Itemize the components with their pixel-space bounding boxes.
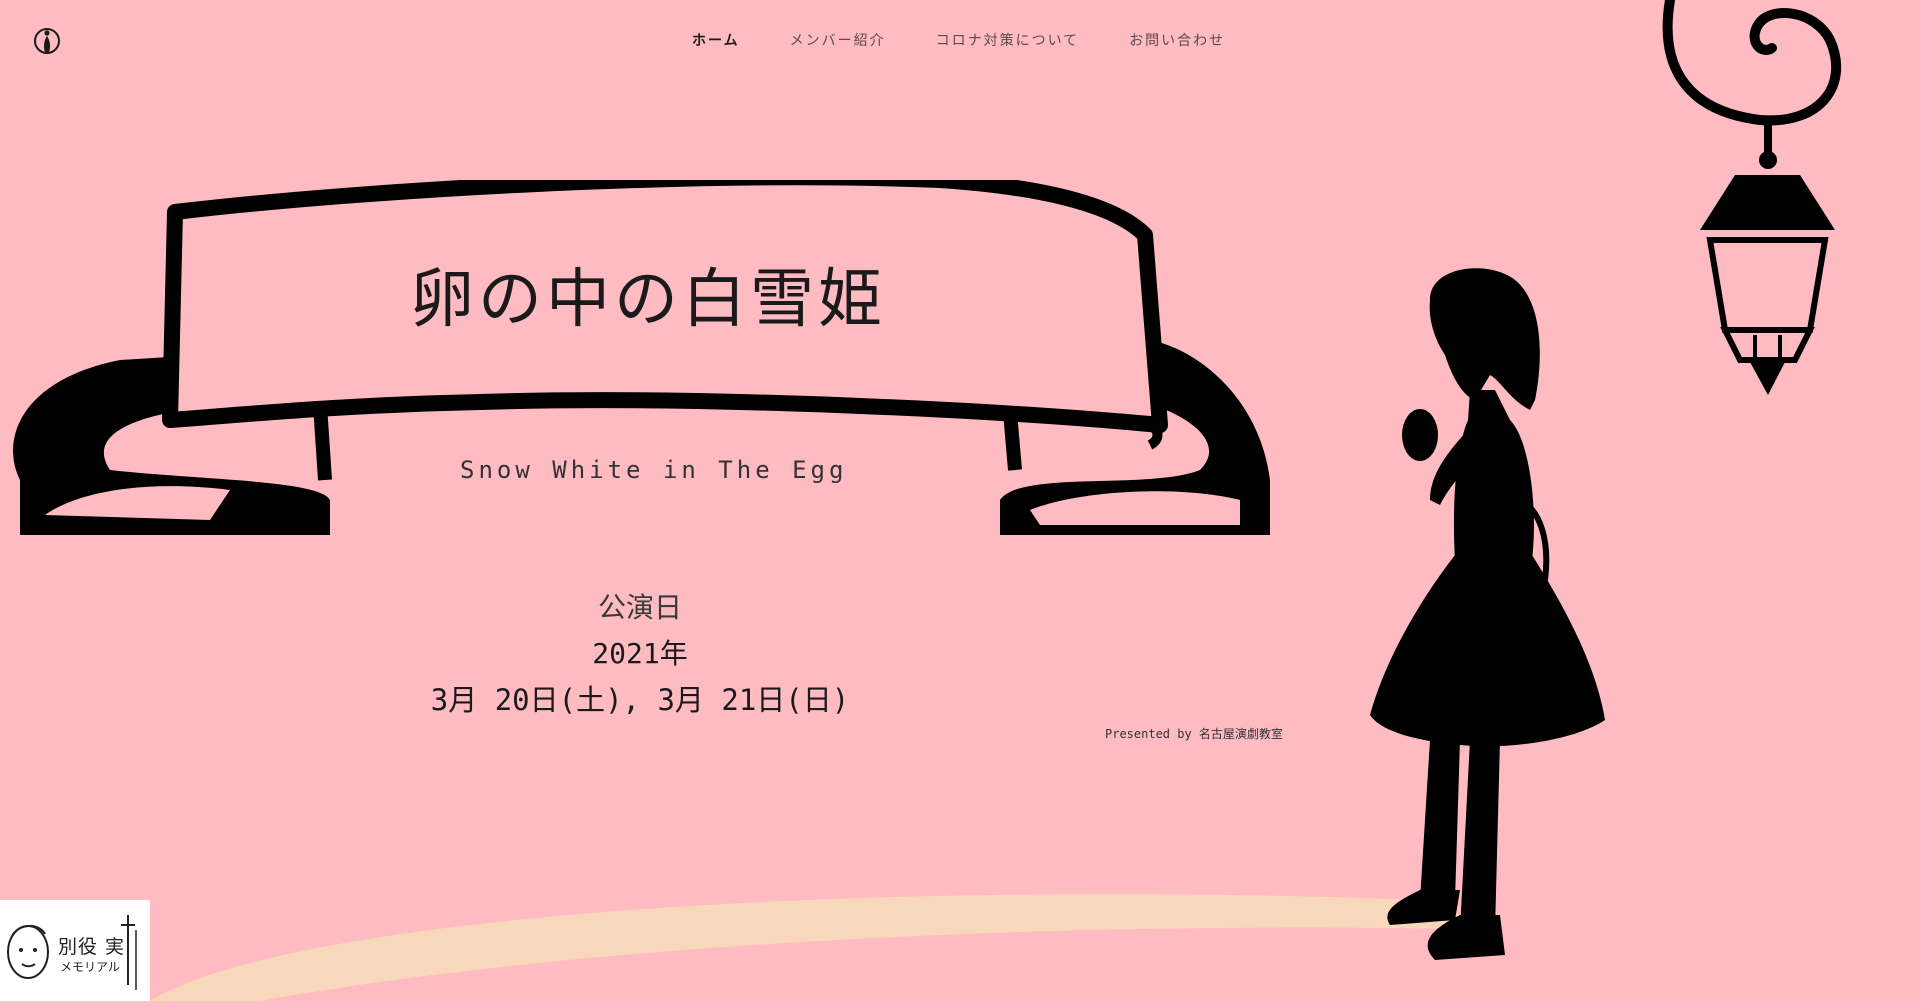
schedule-label: 公演日 bbox=[597, 591, 682, 624]
nav-item-covid[interactable]: コロナ対策について bbox=[936, 30, 1080, 50]
nav-item-home[interactable]: ホーム bbox=[692, 30, 740, 50]
nav-item-members[interactable]: メンバー紹介 bbox=[790, 30, 886, 50]
page-subtitle: Snow White in The Egg bbox=[460, 456, 848, 484]
schedule-block: 公演日 2021年 3月 20日(土), 3月 21日(日) bbox=[340, 585, 940, 723]
badge-subtitle: メモリアル bbox=[60, 960, 120, 974]
site-logo[interactable] bbox=[28, 22, 66, 60]
page: ホーム メンバー紹介 コロナ対策について お問い合わせ 卵の中の白雪姫 Snow… bbox=[0, 0, 1920, 1001]
figure-logo-icon bbox=[34, 28, 60, 54]
schedule-dates: 3月 20日(土), 3月 21日(日) bbox=[430, 683, 850, 717]
presented-by-text: Presented by 名古屋演劇教室 bbox=[1105, 727, 1283, 741]
schedule-year: 2021年 bbox=[592, 637, 688, 670]
page-title: 卵の中の白雪姫 bbox=[410, 263, 886, 337]
main-nav: ホーム メンバー紹介 コロナ対策について お問い合わせ bbox=[692, 30, 1225, 50]
memorial-badge[interactable]: 別役 実 メモリアル bbox=[0, 900, 150, 1001]
badge-title: 別役 実 bbox=[58, 936, 126, 958]
nav-item-contact[interactable]: お問い合わせ bbox=[1129, 30, 1225, 50]
ribbon-banner-art bbox=[13, 180, 1270, 535]
girl-silhouette-art bbox=[1370, 268, 1605, 960]
street-lamp-art bbox=[1662, 0, 1842, 395]
